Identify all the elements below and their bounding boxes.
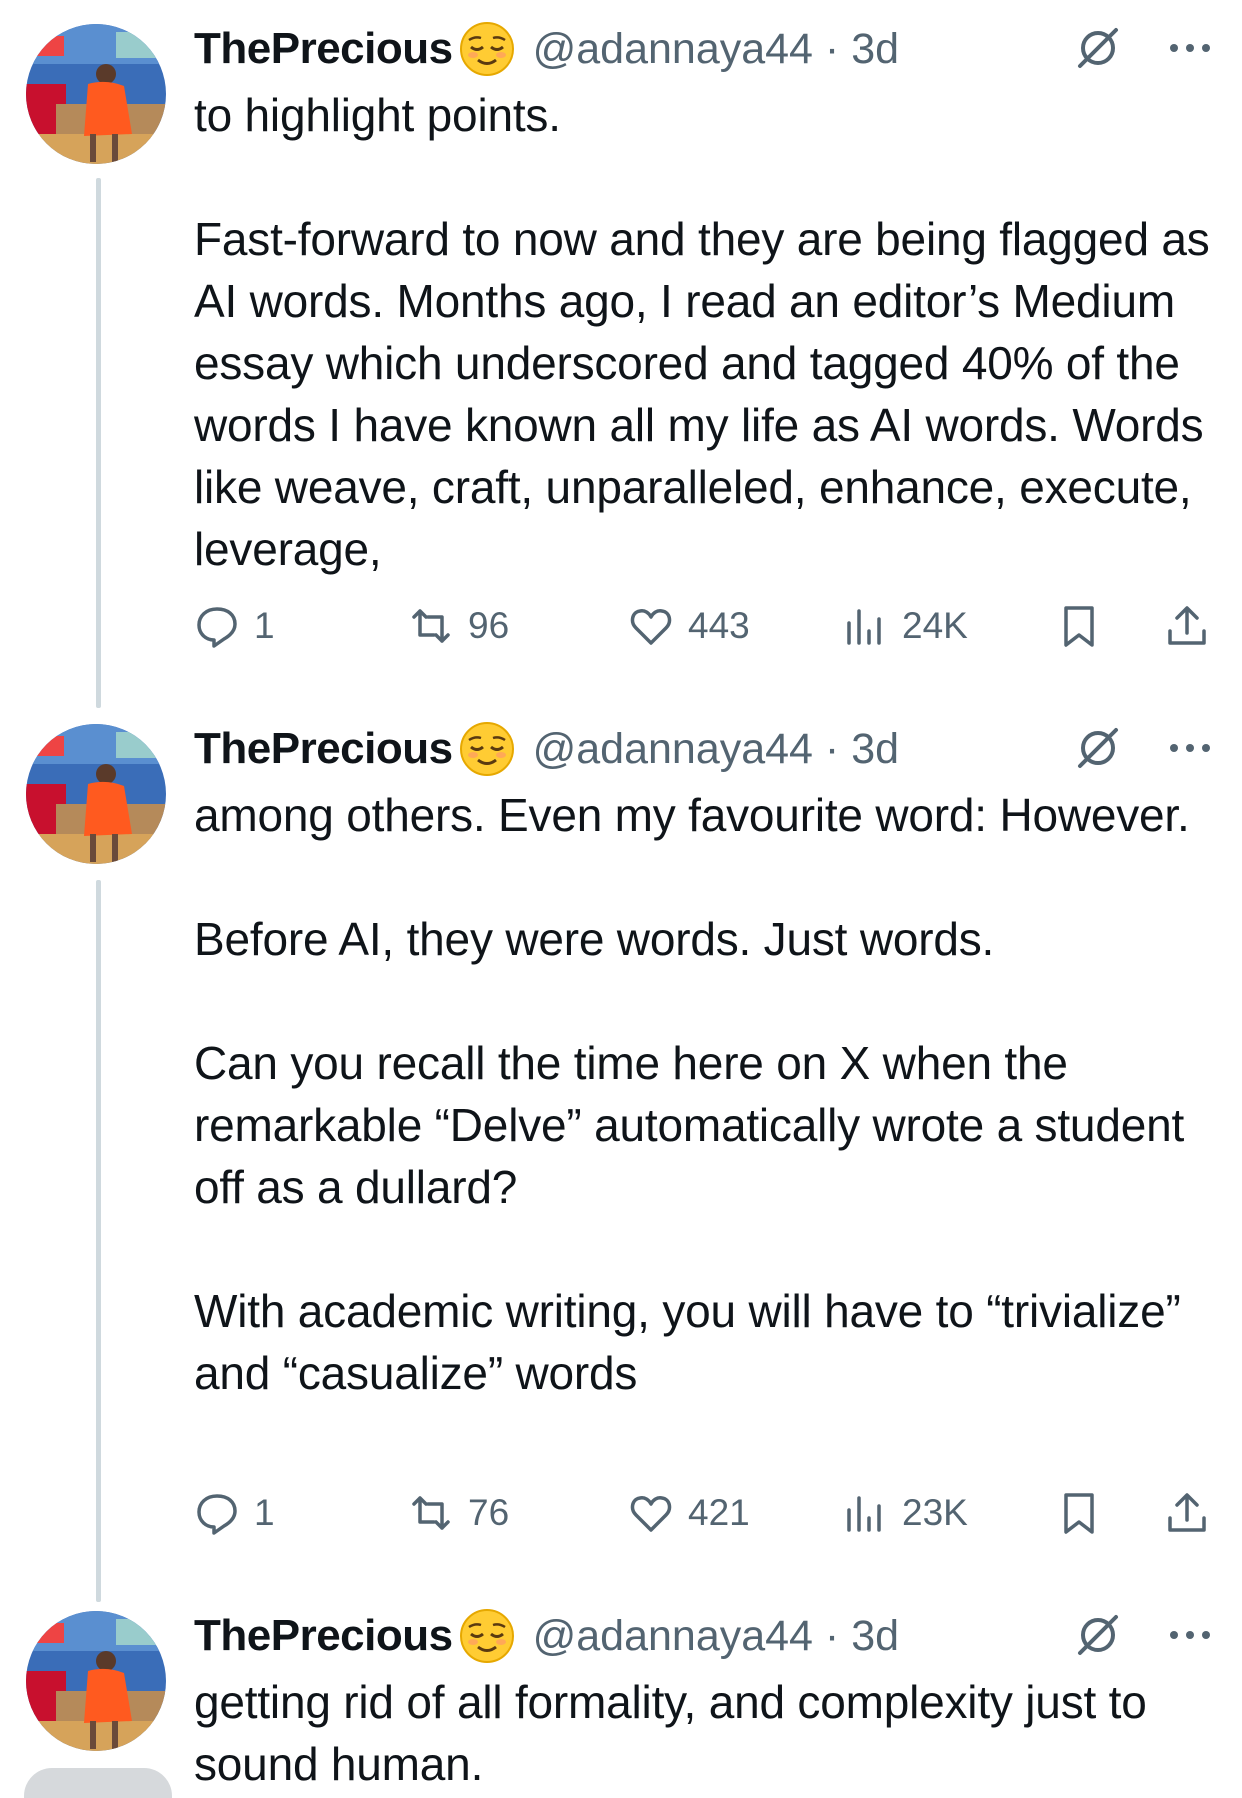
handle[interactable]: @adannaya44 · 3d [533,25,899,74]
reply-icon [197,1494,237,1535]
tweet-text: among others. Even my favourite word: Ho… [194,789,1190,1399]
repost-count: 96 [468,605,510,646]
grok-icon[interactable] [1074,724,1122,772]
relieved-face-emoji-icon [459,721,515,777]
display-name[interactable]: ThePrecious [194,1611,453,1661]
tweet[interactable]: ThePrecious @adannaya44 · 3d getting rid… [0,1587,1242,1790]
tweet-text: to highlight points. Fast-forward to now… [194,89,1210,575]
like-button[interactable]: 421 [628,1482,750,1544]
more-options-icon[interactable] [1166,724,1214,772]
repost-button[interactable]: 96 [408,595,509,657]
like-button[interactable]: 443 [628,595,750,657]
heart-icon [630,609,672,645]
more-options-icon[interactable] [1166,24,1214,72]
views-count: 23K [902,1492,968,1533]
share-icon [1168,1493,1206,1532]
display-name[interactable]: ThePrecious [194,24,453,74]
reply-icon [197,607,237,648]
reply-count: 1 [254,605,275,646]
repost-button[interactable]: 76 [408,1482,509,1544]
timestamp[interactable]: 3d [851,25,899,73]
relieved-face-emoji-icon [459,1608,515,1664]
bookmark-button[interactable] [1056,595,1102,657]
bookmark-icon [1064,606,1094,647]
avatar[interactable] [26,724,166,864]
tweet[interactable]: ThePrecious @adannaya44 · 3d among other… [0,700,1242,1570]
handle[interactable]: @adannaya44 · 3d [533,1612,899,1661]
views-button[interactable]: 24K [842,595,968,657]
avatar[interactable] [26,1611,166,1751]
timestamp[interactable]: 3d [851,1612,899,1660]
reply-button[interactable]: 1 [194,595,275,657]
timestamp[interactable]: 3d [851,725,899,773]
more-options-icon[interactable] [1166,1611,1214,1659]
like-count: 443 [688,605,750,646]
avatar[interactable] [26,24,166,164]
reply-count: 1 [254,1492,275,1533]
grok-icon[interactable] [1074,1611,1122,1659]
share-button[interactable] [1164,1482,1210,1544]
repost-count: 76 [468,1492,510,1533]
like-count: 421 [688,1492,750,1533]
views-icon [847,1496,881,1532]
bookmark-button[interactable] [1056,1482,1102,1544]
views-count: 24K [902,605,968,646]
views-icon [847,609,881,645]
heart-icon [630,1496,672,1532]
tweet-text: getting rid of all formality, and comple… [194,1676,1160,1790]
repost-icon [412,609,450,643]
share-icon [1168,606,1206,645]
display-name[interactable]: ThePrecious [194,724,453,774]
tweet-actions: 1 76 421 23K [194,1482,1214,1544]
share-button[interactable] [1164,595,1210,657]
views-button[interactable]: 23K [842,1482,968,1544]
relieved-face-emoji-icon [459,21,515,77]
bookmark-icon [1064,1493,1094,1534]
grok-icon[interactable] [1074,24,1122,72]
tweet[interactable]: ThePrecious @adannaya44 · 3d to highligh… [0,0,1242,700]
reply-button[interactable]: 1 [194,1482,275,1544]
repost-icon [412,1496,450,1530]
handle[interactable]: @adannaya44 · 3d [533,725,899,774]
tweet-actions: 1 96 443 24K [194,595,1214,657]
